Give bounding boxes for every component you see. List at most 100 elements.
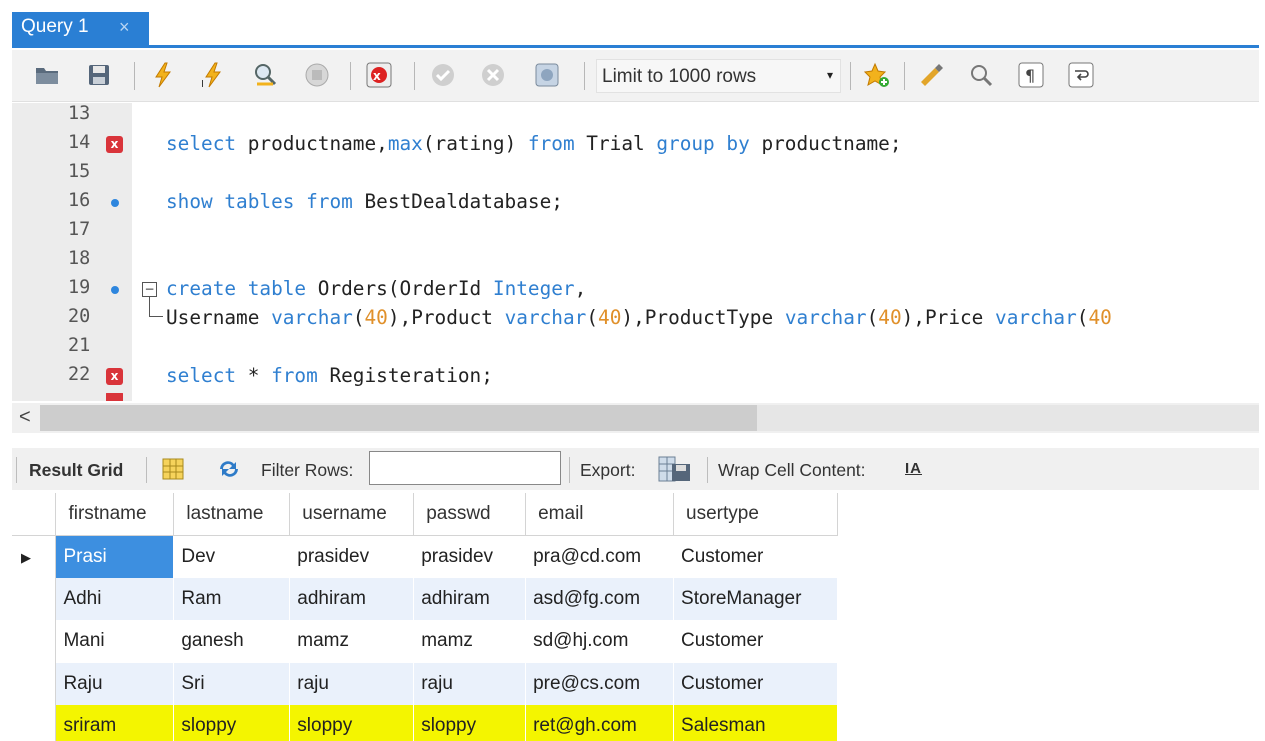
explain-icon[interactable] — [252, 62, 278, 88]
column-header[interactable]: passwd — [413, 493, 527, 536]
export-icon[interactable] — [657, 455, 693, 483]
table-cell[interactable]: sloppy — [289, 705, 415, 741]
error-marker-icon[interactable]: x — [106, 368, 123, 385]
table-cell[interactable]: mamz — [289, 620, 415, 663]
rollback-icon[interactable] — [480, 62, 506, 88]
result-grid[interactable]: firstname lastname username passwd email… — [12, 493, 838, 741]
table-cell[interactable]: ganesh — [173, 620, 291, 663]
find-icon[interactable] — [968, 62, 994, 88]
table-cell[interactable]: Mani — [55, 620, 175, 663]
row-header[interactable] — [12, 620, 57, 663]
table-cell[interactable]: adhiram — [413, 577, 527, 620]
editor-line: 13 — [12, 103, 1259, 132]
table-cell[interactable]: asd@fg.com — [525, 577, 675, 620]
limit-rows-select[interactable]: Limit to 1000 rows ▾ — [596, 59, 841, 93]
tab-query-1[interactable]: Query 1 × — [12, 12, 149, 45]
table-cell[interactable]: prasidev — [413, 535, 527, 578]
export-label: Export: — [580, 460, 636, 480]
table-cell[interactable]: Raju — [55, 662, 175, 705]
table-cell[interactable]: sloppy — [413, 705, 527, 741]
editor-line: 22 x select * from Registeration; — [12, 364, 1259, 393]
sql-keyword: Integer — [492, 277, 575, 300]
table-cell[interactable]: pre@cs.com — [525, 662, 675, 705]
sql-text: ( — [352, 306, 365, 329]
sql-number: 40 — [598, 306, 622, 329]
line-number: 15 — [68, 161, 91, 182]
column-header[interactable]: usertype — [673, 493, 838, 536]
column-header[interactable]: lastname — [173, 493, 291, 536]
error-marker-icon[interactable]: x — [106, 136, 123, 153]
table-cell[interactable]: mamz — [413, 620, 527, 663]
table-row[interactable]: Mani ganesh mamz mamz sd@hj.com Customer — [12, 620, 838, 663]
table-cell[interactable]: sriram — [55, 705, 175, 741]
row-header[interactable] — [12, 705, 57, 741]
table-cell[interactable]: sd@hj.com — [525, 620, 675, 663]
sql-text: Username — [166, 306, 272, 329]
sql-number: 40 — [878, 306, 902, 329]
refresh-icon[interactable] — [216, 458, 242, 480]
table-cell[interactable]: prasidev — [289, 535, 415, 578]
result-grid-label[interactable]: Result Grid — [29, 460, 123, 481]
invisible-chars-icon[interactable]: ¶ — [1018, 62, 1044, 88]
table-cell[interactable]: Ram — [173, 577, 291, 620]
table-cell[interactable]: Adhi — [55, 577, 175, 620]
table-row[interactable]: Adhi Ram adhiram adhiram asd@fg.com Stor… — [12, 577, 838, 620]
editor-line: 16 show tables from BestDealdatabase; — [12, 190, 1259, 219]
table-cell[interactable]: raju — [289, 662, 415, 705]
table-cell[interactable]: pra@cd.com — [525, 535, 675, 578]
table-row-highlighted[interactable]: sriram sloppy sloppy sloppy ret@gh.com S… — [12, 705, 838, 741]
editor-horizontal-scrollbar[interactable]: < — [12, 403, 1259, 433]
column-header[interactable]: username — [289, 493, 415, 536]
table-row[interactable]: Raju Sri raju raju pre@cs.com Customer — [12, 662, 838, 705]
sql-keyword: select — [166, 364, 237, 387]
table-cell[interactable]: Customer — [673, 662, 838, 705]
table-row[interactable]: ▶ Prasi Dev prasidev prasidev pra@cd.com… — [12, 535, 838, 578]
add-snippet-icon[interactable] — [864, 62, 890, 88]
table-cell[interactable]: raju — [413, 662, 527, 705]
scroll-left-icon[interactable]: < — [19, 406, 31, 429]
row-header[interactable] — [12, 662, 57, 705]
execute-icon[interactable] — [150, 62, 176, 88]
save-icon[interactable] — [86, 62, 112, 88]
column-header[interactable]: email — [525, 493, 675, 536]
sql-text: * — [236, 364, 272, 387]
sql-text: Registeration; — [317, 364, 493, 387]
row-header[interactable] — [12, 577, 57, 620]
commit-icon[interactable] — [430, 62, 456, 88]
grid-layout-icon[interactable] — [162, 458, 184, 480]
autocommit-icon[interactable] — [534, 62, 560, 88]
sql-text: ),Product — [387, 306, 505, 329]
table-cell[interactable]: Salesman — [673, 705, 838, 741]
beautify-icon[interactable] — [918, 62, 944, 88]
column-header[interactable]: firstname — [55, 493, 175, 536]
table-cell[interactable]: Customer — [673, 620, 838, 663]
code-text: create table Orders(OrderId Integer, — [166, 277, 586, 300]
table-cell[interactable]: Dev — [173, 535, 291, 578]
close-icon[interactable]: × — [119, 17, 130, 38]
line-number: 14 — [68, 132, 91, 153]
table-cell[interactable]: Sri — [173, 662, 291, 705]
sql-editor[interactable]: 13 14 x select productname,max(rating) f… — [12, 103, 1259, 401]
table-cell[interactable]: ret@gh.com — [525, 705, 675, 741]
scrollbar-track[interactable] — [757, 405, 1259, 431]
table-cell[interactable]: StoreManager — [673, 577, 838, 620]
sql-keyword: max — [387, 132, 423, 155]
scrollbar-thumb[interactable] — [40, 405, 757, 431]
stop-icon[interactable] — [304, 62, 330, 88]
table-cell[interactable]: sloppy — [173, 705, 291, 741]
wrap-lines-icon[interactable] — [1068, 62, 1094, 88]
execute-current-icon[interactable]: I — [200, 62, 226, 88]
sql-text: productname; — [749, 132, 902, 155]
open-folder-icon[interactable] — [34, 62, 60, 88]
filter-rows-label: Filter Rows: — [261, 460, 354, 480]
filter-rows-input[interactable] — [369, 451, 561, 485]
line-number: 18 — [68, 248, 91, 269]
table-cell[interactable]: Customer — [673, 535, 838, 578]
sql-text: BestDealdatabase; — [352, 190, 563, 213]
sql-text: ( — [1076, 306, 1089, 329]
table-cell-selected[interactable]: Prasi — [55, 535, 175, 578]
wrap-cell-content-icon[interactable]: IA — [905, 460, 922, 477]
toggle-stop-on-error-icon[interactable]: x — [366, 62, 392, 88]
fold-toggle-icon[interactable]: − — [142, 282, 157, 297]
table-cell[interactable]: adhiram — [289, 577, 415, 620]
